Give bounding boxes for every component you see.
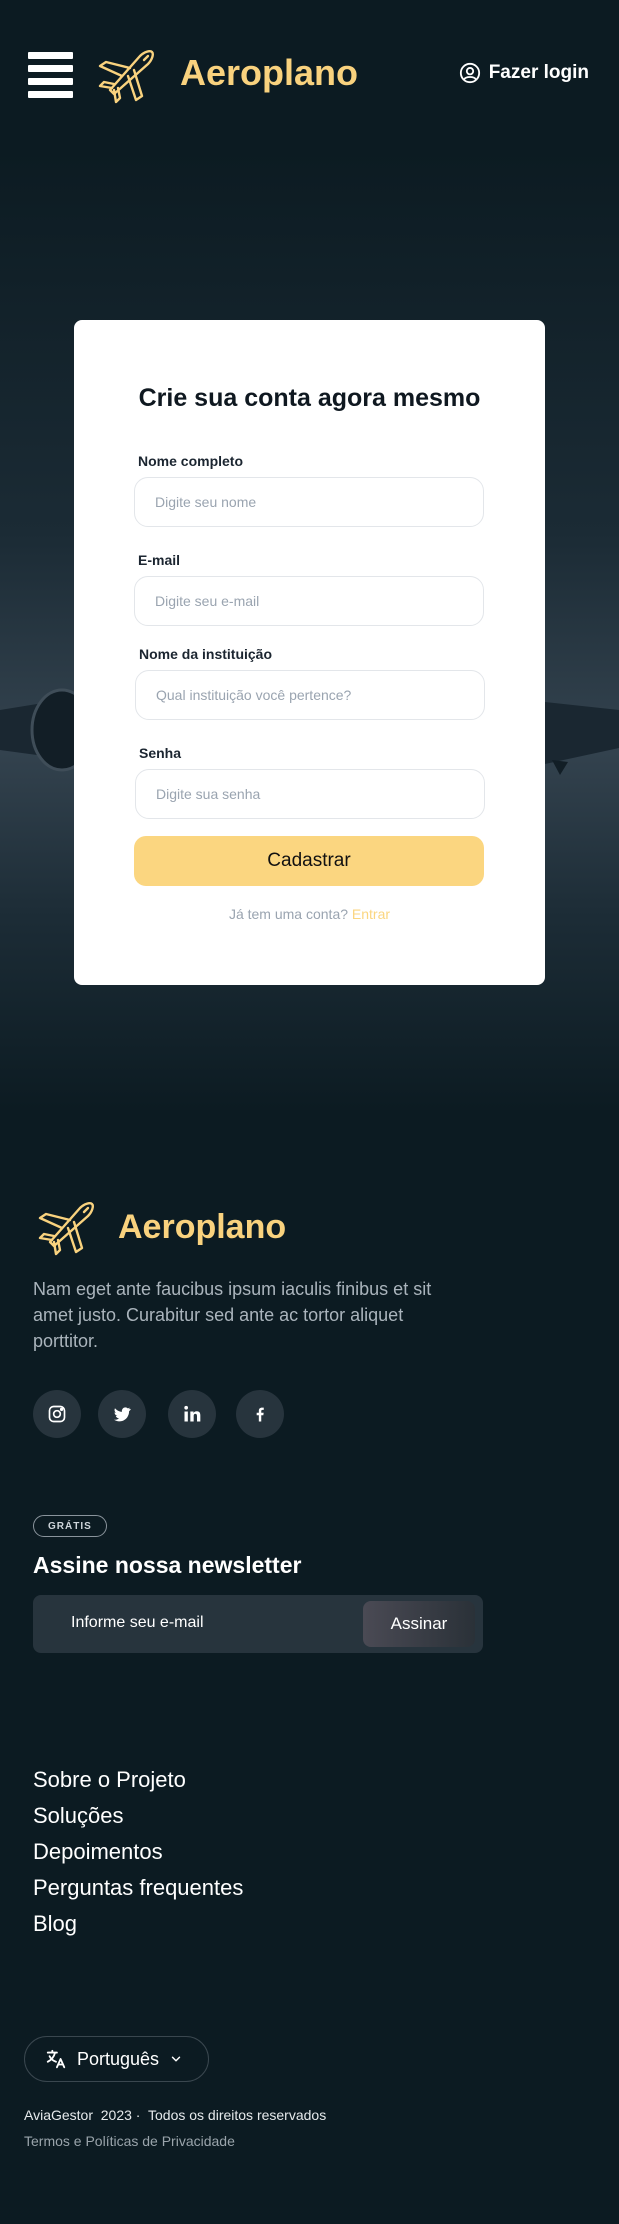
free-badge: GRÁTIS (33, 1515, 107, 1537)
newsletter-form: Informe seu e-mail Assinar (33, 1595, 483, 1653)
name-input[interactable]: Digite seu nome (134, 477, 484, 527)
facebook-button[interactable] (236, 1390, 284, 1438)
linkedin-button[interactable] (168, 1390, 216, 1438)
footer-link-about[interactable]: Sobre o Projeto (33, 1762, 243, 1798)
instagram-button[interactable] (33, 1390, 81, 1438)
signup-card: Crie sua conta agora mesmo Nome completo… (74, 320, 545, 985)
twitter-icon (114, 1407, 131, 1422)
footer-description: Nam eget ante faucibus ipsum iaculis fin… (33, 1279, 432, 1351)
subscribe-button[interactable]: Assinar (363, 1601, 475, 1647)
language-selector[interactable]: Português (24, 2036, 209, 2082)
translate-icon (46, 2049, 66, 2069)
login-label: Fazer login (488, 62, 589, 83)
login-prompt: Já tem uma conta? Entrar (74, 906, 545, 922)
footer-link-testimonials[interactable]: Depoimentos (33, 1834, 243, 1870)
newsletter-email-input[interactable]: Informe seu e-mail (71, 1614, 204, 1632)
footer-brand-name[interactable]: Aeroplano (118, 1208, 286, 1247)
have-account-text: Já tem uma conta? (228, 906, 349, 922)
footer-link-blog[interactable]: Blog (33, 1906, 243, 1942)
password-label: Senha (139, 745, 182, 761)
airplane-logo-icon (38, 1202, 94, 1256)
header: Aeroplano Fazer login (0, 0, 619, 150)
brand-name[interactable]: Aeroplano (180, 52, 358, 94)
enter-link[interactable]: Entrar (352, 906, 390, 922)
footer-link-solutions[interactable]: Soluções (33, 1798, 243, 1834)
institution-label: Nome da instituição (139, 646, 273, 662)
name-label: Nome completo (138, 453, 244, 469)
register-button[interactable]: Cadastrar (134, 836, 484, 886)
footer-link-faq[interactable]: Perguntas frequentes (33, 1870, 243, 1906)
twitter-button[interactable] (98, 1390, 146, 1438)
form-title: Crie sua conta agora mesmo (138, 384, 481, 412)
facebook-icon (256, 1407, 264, 1422)
user-circle-icon (459, 62, 480, 84)
footer-nav: Sobre o Projeto Soluções Depoimentos Per… (33, 1762, 243, 1942)
language-label: Português (77, 2048, 160, 2069)
email-label: E-mail (138, 552, 181, 568)
linkedin-icon (184, 1405, 201, 1422)
email-input[interactable]: Digite seu e-mail (134, 576, 484, 626)
hamburger-menu-icon[interactable] (28, 52, 73, 98)
chevron-down-icon (171, 2056, 181, 2062)
airplane-logo-icon (98, 50, 154, 104)
institution-input[interactable]: Qual instituição você pertence? (135, 670, 485, 720)
login-button[interactable]: Fazer login (459, 62, 589, 84)
terms-link[interactable]: Termos e Políticas de Privacidade (24, 2133, 235, 2149)
instagram-icon (48, 1405, 66, 1423)
newsletter-title: Assine nossa newsletter (33, 1552, 302, 1578)
copyright-text: AviaGestor 2023 · Todos os direitos rese… (24, 2107, 327, 2123)
password-input[interactable]: Digite sua senha (135, 769, 485, 819)
